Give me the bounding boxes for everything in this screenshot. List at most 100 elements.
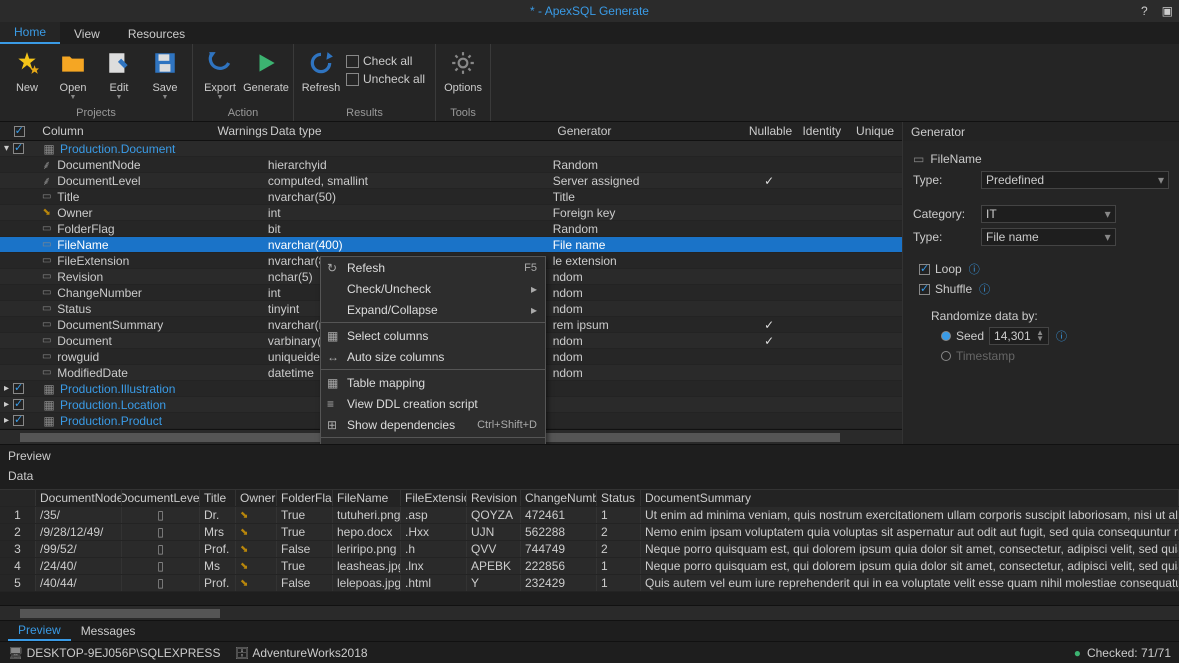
tab-preview[interactable]: Preview — [8, 621, 71, 641]
info-icon[interactable]: ⓘ — [969, 261, 980, 277]
preview-col-header[interactable]: ChangeNumber — [521, 490, 597, 506]
preview-col-header[interactable]: Revision — [467, 490, 521, 506]
menu-item[interactable]: ↻RefeshF5 — [321, 257, 545, 278]
preview-subtitle: Data — [0, 467, 1179, 489]
menu-item[interactable]: Check/Uncheck▸ — [321, 278, 545, 299]
status-server: DESKTOP-9EJ056P\SQLEXPRESS — [27, 646, 221, 660]
options-button[interactable]: Options▼ — [440, 46, 486, 107]
refresh-button[interactable]: Refresh▼ — [298, 46, 344, 107]
tab-messages[interactable]: Messages — [71, 622, 146, 640]
menu-item-icon: ↔ — [327, 350, 347, 364]
menu-tab-home[interactable]: Home — [0, 22, 60, 44]
type-select[interactable]: Predefined▾ — [981, 171, 1169, 189]
column-name: FolderFlag — [55, 222, 216, 236]
hdr-column[interactable]: Column — [38, 124, 217, 138]
check-option[interactable]: Uncheck all — [346, 72, 425, 86]
preview-col-header[interactable]: Status — [597, 490, 641, 506]
menu-item[interactable]: ↷Export▸ — [321, 440, 545, 444]
hdr-datatype[interactable]: Data type — [270, 124, 557, 138]
expand-icon[interactable]: ▾ — [4, 143, 9, 154]
generator-column-name: FileName — [930, 152, 981, 166]
column-row[interactable]: ▭Titlenvarchar(50)Title — [0, 189, 902, 205]
generator-value: ndom — [553, 270, 743, 284]
preview-col-header[interactable]: DocumentNode — [36, 490, 122, 506]
expand-icon[interactable]: ▸ — [4, 399, 9, 410]
column-row[interactable]: ▭FolderFlagbitRandom — [0, 221, 902, 237]
timestamp-label: Timestamp — [956, 349, 1015, 363]
menu-item[interactable]: ▦Select columns — [321, 325, 545, 346]
column-type-icon: ▭ — [38, 351, 55, 362]
generate-button[interactable]: Generate▼ — [243, 46, 289, 107]
preview-col-header[interactable] — [0, 490, 36, 506]
menu-item[interactable]: Expand/Collapse▸ — [321, 299, 545, 320]
column-row[interactable]: ⬊OwnerintForeign key — [0, 205, 902, 221]
column-row[interactable]: ⸙DocumentLevelcomputed, smallintServer a… — [0, 173, 902, 189]
save-button[interactable]: Save▼ — [142, 46, 188, 107]
export-icon — [207, 50, 233, 82]
check-all[interactable] — [14, 126, 25, 137]
hdr-warnings[interactable]: Warnings — [218, 124, 271, 138]
preview-data-row[interactable]: 1/35/▯Dr.⬊Truetutuheri.png.aspQOYZA47246… — [0, 507, 1179, 524]
table-icon: ▦ — [40, 142, 58, 156]
preview-col-header[interactable]: FolderFlag — [277, 490, 333, 506]
ribbon: New▼Open▼Edit▼Save▼ProjectsExport▼Genera… — [0, 44, 1179, 122]
open-button[interactable]: Open▼ — [50, 46, 96, 107]
column-name: Owner — [55, 206, 216, 220]
preview-col-header[interactable]: DocumentLevel — [122, 490, 200, 506]
menu-tab-view[interactable]: View — [60, 24, 114, 44]
check-option[interactable]: Check all — [346, 54, 425, 68]
table-checkbox[interactable] — [13, 383, 24, 394]
status-database: AdventureWorks2018 — [252, 646, 367, 660]
expand-icon[interactable]: ▸ — [4, 415, 9, 426]
edit-button[interactable]: Edit▼ — [96, 46, 142, 107]
generator-value: Foreign key — [553, 206, 743, 220]
seed-input[interactable]: 14,301▲▼ — [989, 327, 1049, 345]
hdr-unique[interactable]: Unique — [856, 124, 902, 138]
column-name: Title — [55, 190, 216, 204]
preview-col-header[interactable]: FileExtension — [401, 490, 467, 506]
table-checkbox[interactable] — [13, 415, 24, 426]
preview-data-row[interactable]: 3/99/52/▯Prof.⬊Falseleriripo.png.hQVV744… — [0, 541, 1179, 558]
help-icon[interactable]: ? — [1141, 4, 1148, 18]
column-row[interactable]: ▭FileNamenvarchar(400)File name — [0, 237, 902, 253]
column-name: DocumentSummary — [55, 318, 216, 332]
new-button[interactable]: New▼ — [4, 46, 50, 107]
loop-checkbox[interactable] — [919, 264, 930, 275]
expand-icon[interactable]: ▸ — [4, 383, 9, 394]
generator-value: le extension — [553, 254, 743, 268]
preview-col-header[interactable]: Title — [200, 490, 236, 506]
menu-item[interactable]: ▦Table mapping — [321, 372, 545, 393]
preview-col-header[interactable]: DocumentSummary — [641, 490, 1179, 506]
preview-data-row[interactable]: 4/24/40/▯Ms⬊Trueleasheas.jpg.lnxAPEBK222… — [0, 558, 1179, 575]
hdr-nullable[interactable]: Nullable — [749, 124, 803, 138]
table-checkbox[interactable] — [13, 399, 24, 410]
datatype: int — [268, 206, 553, 220]
preview-col-header[interactable]: FileName — [333, 490, 401, 506]
preview-h-scrollbar[interactable] — [0, 605, 1179, 620]
datatype: computed, smallint — [268, 174, 553, 188]
menu-item[interactable]: ≡View DDL creation script — [321, 393, 545, 414]
hdr-identity[interactable]: Identity — [802, 124, 856, 138]
timestamp-radio[interactable] — [941, 351, 951, 361]
preview-col-header[interactable]: Owner — [236, 490, 277, 506]
seed-radio[interactable] — [941, 331, 951, 341]
shuffle-checkbox[interactable] — [919, 284, 930, 295]
subtype-select[interactable]: File name▾ — [981, 228, 1116, 246]
menu-item[interactable]: ↔Auto size columns — [321, 346, 545, 367]
title-bar: * - ApexSQL Generate ? ▣ — [0, 0, 1179, 22]
hdr-generator[interactable]: Generator — [557, 124, 748, 138]
datatype: hierarchyid — [268, 158, 553, 172]
menu-tab-resources[interactable]: Resources — [114, 24, 199, 44]
column-row[interactable]: ⸙DocumentNodehierarchyidRandom — [0, 157, 902, 173]
maximize-icon[interactable]: ▣ — [1162, 4, 1173, 18]
table-icon: ▦ — [40, 382, 58, 396]
preview-data-row[interactable]: 2/9/28/12/49/▯Mrs⬊Truehepo.docx.HxxUJN56… — [0, 524, 1179, 541]
table-row[interactable]: ▾▦Production.Document — [0, 141, 902, 157]
table-checkbox[interactable] — [13, 143, 24, 154]
export-button[interactable]: Export▼ — [197, 46, 243, 107]
category-select[interactable]: IT▾ — [981, 205, 1116, 223]
preview-data-row[interactable]: 5/40/44/▯Prof.⬊Falselelepoas.jpg.htmlY23… — [0, 575, 1179, 592]
info-icon[interactable]: ⓘ — [979, 281, 990, 297]
info-icon[interactable]: ⓘ — [1056, 328, 1067, 344]
menu-item[interactable]: ⊞Show dependenciesCtrl+Shift+D — [321, 414, 545, 435]
